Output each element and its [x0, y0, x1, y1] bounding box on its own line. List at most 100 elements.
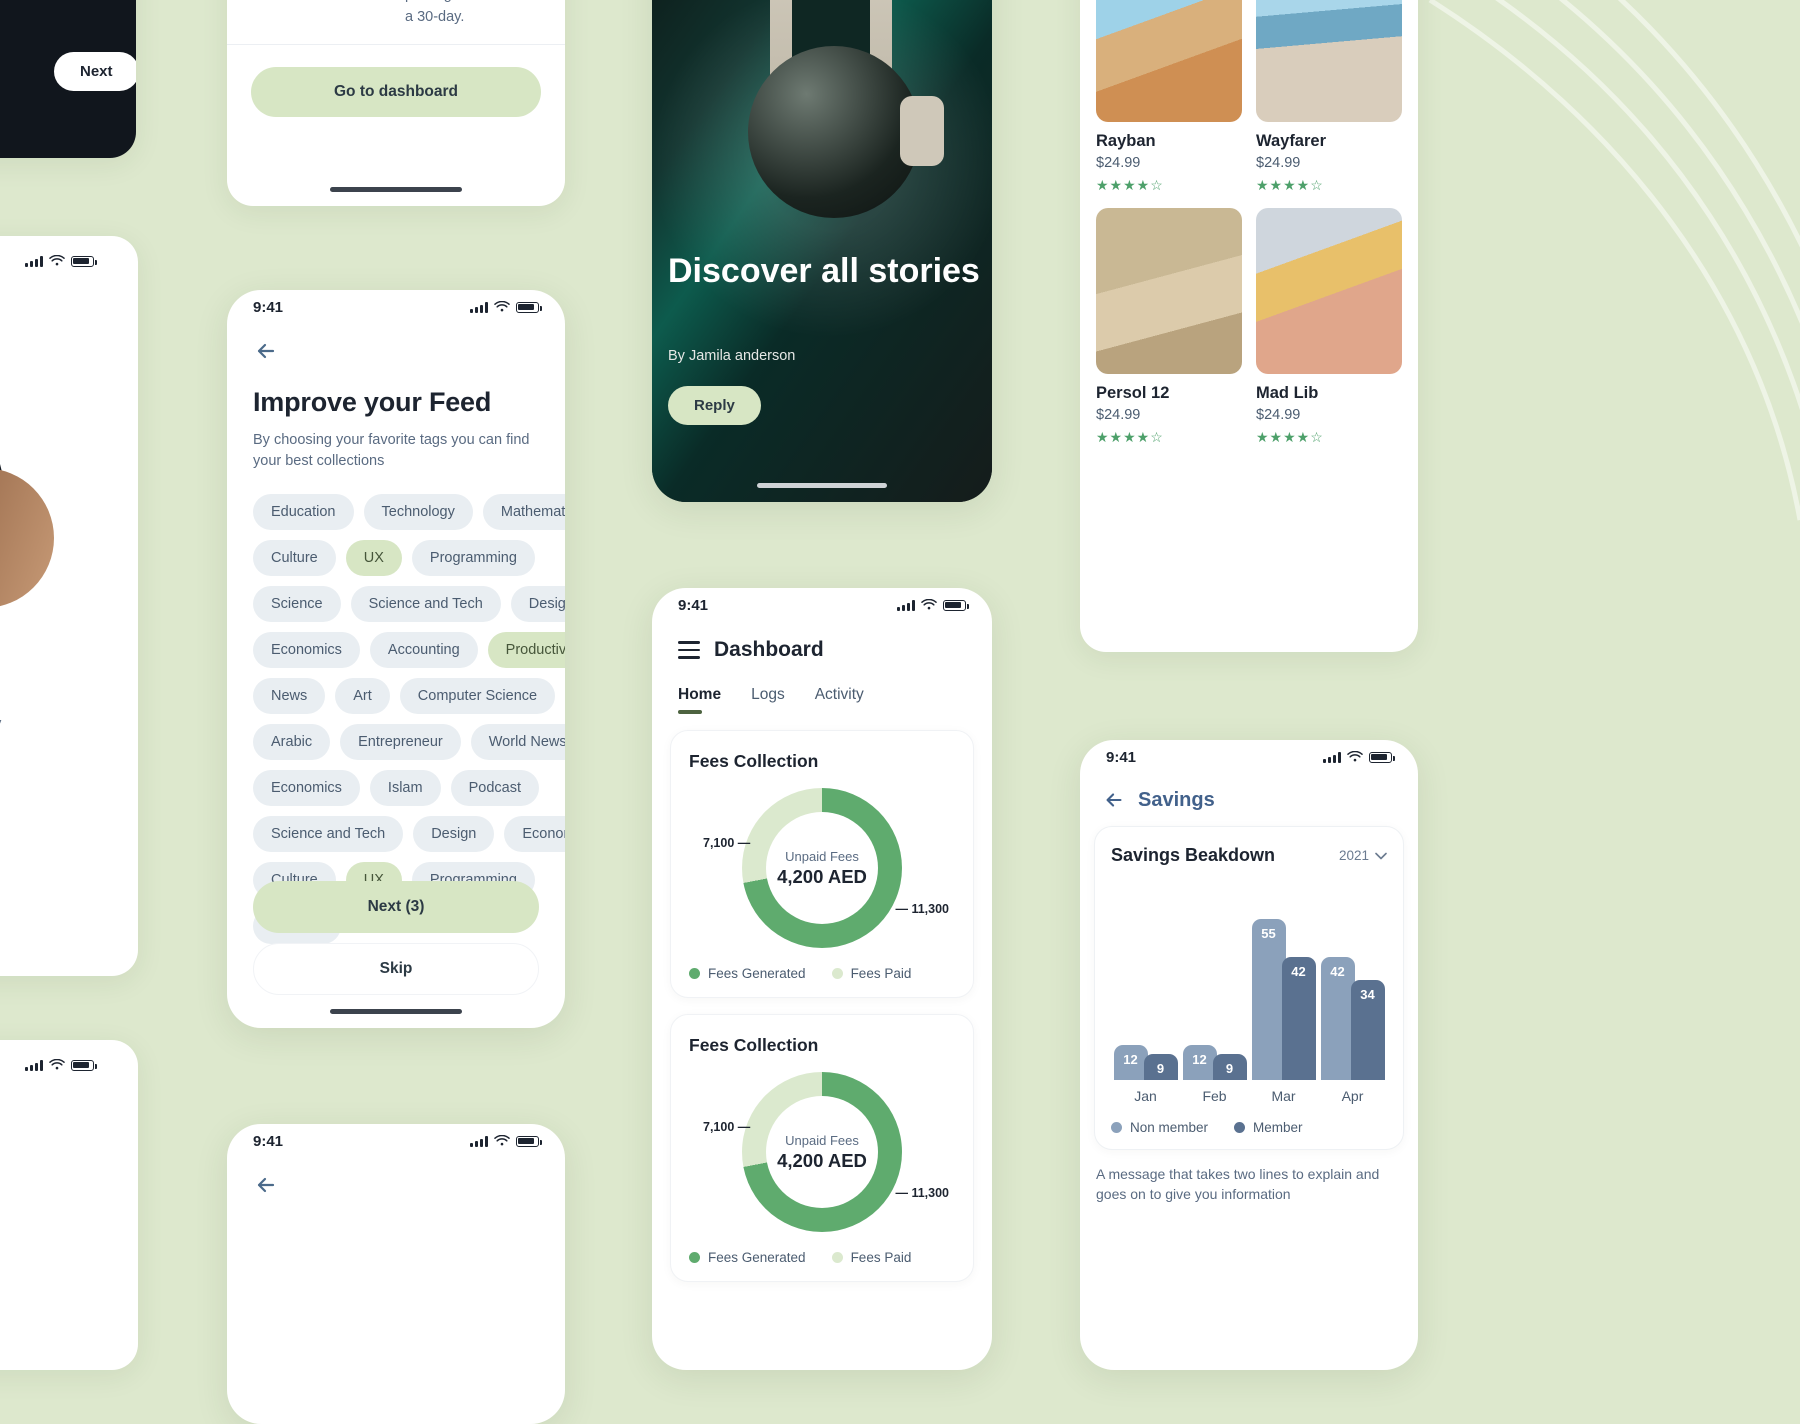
product-card[interactable]: Rayban $24.99 ★★★★☆ [1096, 0, 1242, 194]
donut-ring: Unpaid Fees 4,200 AED [742, 1072, 902, 1232]
bar-non-member: 12 [1113, 1045, 1148, 1080]
bar-member: 9 [1143, 1054, 1178, 1080]
page-subtitle: By choosing your favorite tags you can f… [253, 432, 530, 470]
tag-chip[interactable]: Science [253, 586, 341, 623]
battery-icon [943, 599, 969, 611]
arrow-left-icon[interactable] [253, 1172, 279, 1198]
product-image [1096, 0, 1242, 122]
arrow-left-icon[interactable] [1102, 788, 1126, 812]
product-rating: ★★★★☆ [1096, 429, 1164, 445]
next-button[interactable]: Next [54, 52, 136, 91]
tag-chip[interactable]: Economics [253, 632, 360, 669]
bar-member: 9 [1212, 1054, 1247, 1080]
fees-collection-card: Fees Collection 7,100 — — 11,300 Unpaid Fee… [670, 1014, 974, 1282]
product-card[interactable]: Persol 12 $24.99 ★★★★☆ [1096, 208, 1242, 446]
bar-non-member: 42 [1320, 957, 1355, 1080]
tag-chip[interactable]: Art [335, 678, 390, 715]
signal-icon [470, 1135, 488, 1147]
tag-chip[interactable]: Education [253, 494, 354, 531]
legend-item: Fees Generated [689, 966, 806, 981]
x-axis-label: Jan [1134, 1088, 1157, 1104]
tag-chip[interactable]: Accounting [369, 632, 478, 669]
tag-chip[interactable]: Entrepreneur [340, 724, 461, 761]
donut-tick-right: — 11,300 [895, 902, 949, 916]
tag-chip[interactable]: UX [345, 540, 402, 577]
legend-label: Fees Paid [850, 1250, 912, 1265]
tag-chip[interactable]: Economics [253, 770, 360, 807]
arrow-left-icon[interactable] [253, 338, 279, 364]
tag-chip[interactable]: Arabic [253, 724, 331, 761]
legend-swatch [1111, 1122, 1122, 1133]
legend-swatch [689, 968, 700, 979]
wifi-icon [494, 301, 510, 312]
battery-icon [1369, 751, 1395, 763]
story-background-photo [652, 0, 992, 502]
pricing-col-right: Our PRO level features at your fingertip… [405, 0, 536, 26]
tag-chip[interactable]: Economics [504, 816, 565, 853]
skip-button[interactable]: Skip [253, 943, 539, 995]
story-screen: Discover all stories By Jamila anderson … [652, 0, 992, 502]
tag-list: EducationTechnologyMathematicsCultureUXP… [253, 494, 565, 945]
chart-x-axis: Jan Feb Mar Apr [1111, 1088, 1387, 1104]
tag-chip[interactable]: Mathematics [482, 494, 565, 531]
donut-tick-right: — 11,300 [895, 1186, 949, 1200]
tag-chip[interactable]: Science and Tech [253, 816, 404, 853]
tag-chip[interactable]: Science and Tech [350, 586, 501, 623]
tab-logs[interactable]: Logs [751, 686, 785, 714]
battery-icon [71, 255, 97, 267]
tag-chip[interactable]: Islam [369, 770, 441, 807]
signal-icon [25, 1059, 43, 1071]
reply-button[interactable]: Reply [668, 386, 761, 425]
product-name: Wayfarer [1256, 132, 1327, 150]
tag-chip[interactable]: Programming [411, 540, 535, 577]
donut-tick-left: 7,100 — [703, 836, 751, 850]
status-bar: 9:41 [227, 290, 565, 324]
product-name: Persol 12 [1096, 384, 1170, 402]
bar-group: 12 9 [1113, 1045, 1178, 1080]
legend-label: Non member [1130, 1120, 1209, 1135]
tab-home[interactable]: Home [678, 686, 721, 714]
savings-header: Savings [1102, 788, 1418, 812]
tab-activity[interactable]: Activity [815, 686, 864, 714]
feed-actions: Next (3) Skip [227, 881, 565, 1028]
dashboard-screen: 9:41 Dashboard Home Logs Activity Fees Col… [652, 588, 992, 1370]
tag-chip[interactable]: Productivity [487, 632, 565, 669]
product-price: $24.99 [1096, 407, 1141, 423]
year-selector[interactable]: 2021 [1339, 848, 1387, 863]
home-indicator [330, 1009, 462, 1014]
savings-screen: 9:41 Savings Savings Beakdown 2021 12 9 12… [1080, 740, 1418, 1370]
status-time: 9:41 [253, 1132, 284, 1150]
tag-chip[interactable]: World News [470, 724, 565, 761]
go-to-dashboard-button[interactable]: Go to dashboard [251, 67, 541, 118]
tag-chip[interactable]: Computer Science [399, 678, 556, 715]
x-axis-label: Feb [1202, 1088, 1227, 1104]
legend-swatch [1234, 1122, 1246, 1133]
tag-chip[interactable]: News [253, 678, 326, 715]
status-time: 9:41 [253, 298, 284, 316]
tag-chip[interactable]: Podcast [450, 770, 539, 807]
wifi-icon [49, 1059, 65, 1070]
tag-chip[interactable]: Culture [253, 540, 336, 577]
home-indicator [330, 187, 462, 192]
hamburger-icon[interactable] [678, 641, 700, 659]
tag-chip[interactable]: Design [510, 586, 565, 623]
legend-swatch [831, 968, 843, 979]
pricing-card: packages come with a 30-day satisfaction… [227, 0, 565, 206]
donut-legend: Fees Generated Fees Paid [689, 966, 955, 981]
product-rating: ★★★★☆ [1256, 429, 1324, 445]
product-card[interactable]: Mad Lib $24.99 ★★★★☆ [1256, 208, 1402, 446]
x-axis-label: Apr [1341, 1088, 1364, 1104]
tag-chip[interactable]: Technology [363, 494, 473, 531]
donut-center: Unpaid Fees 4,200 AED [766, 1096, 878, 1208]
bar-member: 42 [1281, 957, 1316, 1080]
tag-chip[interactable]: Design [413, 816, 495, 853]
legend-item: Fees Paid [831, 1250, 912, 1265]
product-card[interactable]: Wayfarer $24.99 ★★★★☆ [1256, 0, 1402, 194]
status-bar [0, 1048, 120, 1082]
donut-ring: Unpaid Fees 4,200 AED [742, 788, 902, 948]
legend-item: Non member [1111, 1120, 1208, 1135]
product-rating: ★★★★☆ [1256, 177, 1324, 193]
next-button[interactable]: Next (3) [253, 881, 539, 933]
legend-item: Member [1234, 1120, 1303, 1135]
product-image [1256, 0, 1402, 122]
